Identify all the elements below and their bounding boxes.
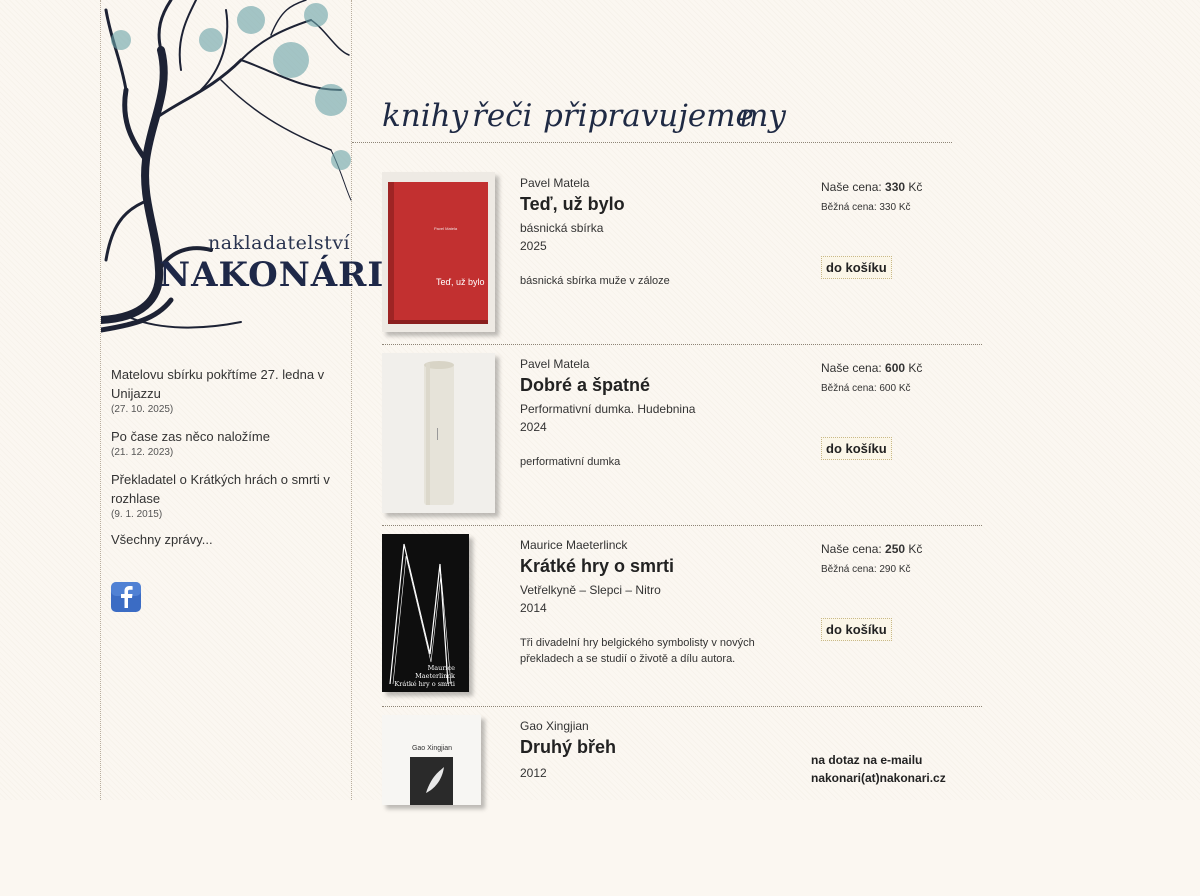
price-box: Naše cena: 250 Kč Běžná cena: 290 Kč xyxy=(821,542,991,575)
book-title[interactable]: Druhý břeh xyxy=(520,737,780,758)
news-title[interactable]: Překladatel o Krátkých hrách o smrti v r… xyxy=(111,470,341,508)
book-cover[interactable]: Maurice Maeterlinck Krátké hry o smrti xyxy=(382,534,469,692)
cover-author: Gao Xingjian xyxy=(412,745,452,752)
news-item: Matelovu sbírku pokřtíme 27. ledna v Uni… xyxy=(111,365,341,415)
book-cover[interactable]: Pavel Matela Teď, už bylo xyxy=(382,172,495,332)
book-info: Maurice Maeterlinck Krátké hry o smrti V… xyxy=(520,538,780,667)
cover-line: Krátké hry o smrti xyxy=(394,680,455,688)
book-year: 2012 xyxy=(520,766,547,780)
book-author[interactable]: Pavel Matela xyxy=(520,357,780,371)
regular-price: Běžná cena: 330 Kč xyxy=(821,202,911,213)
our-price: Naše cena: 600 Kč xyxy=(821,361,923,375)
book-year: 2014 xyxy=(520,601,547,615)
contact-note: na dotaz na e-mailu nakonari(at)nakonari… xyxy=(811,751,946,787)
news-item: Po čase zas něco naložíme (21. 12. 2023) xyxy=(111,427,341,458)
cover-line: Maeterlinck xyxy=(415,672,455,680)
book-year: 2024 xyxy=(520,420,547,434)
contact-line: na dotaz na e-mailu xyxy=(811,753,923,767)
price-box: Naše cena: 330 Kč Běžná cena: 330 Kč xyxy=(821,180,991,213)
our-price: Naše cena: 330 Kč xyxy=(821,180,923,194)
book-cover[interactable] xyxy=(382,353,495,513)
book-item: Maurice Maeterlinck Krátké hry o smrti M… xyxy=(382,534,982,715)
book-year: 2025 xyxy=(520,239,547,253)
add-to-cart-button[interactable]: do košíku xyxy=(821,618,892,641)
main-nav: knihy řeči připravujeme my xyxy=(352,90,952,143)
nav-knihy[interactable]: knihy xyxy=(382,98,468,134)
book-title[interactable]: Teď, už bylo xyxy=(520,194,780,215)
all-news-link[interactable]: Všechny zprávy... xyxy=(111,532,341,547)
news-date: (21. 12. 2023) xyxy=(111,447,174,458)
book-author[interactable]: Gao Xingjian xyxy=(520,719,780,733)
book-title[interactable]: Dobré a špatné xyxy=(520,375,780,396)
regular-price: Běžná cena: 600 Kč xyxy=(821,383,911,394)
price-box: Naše cena: 600 Kč Běžná cena: 600 Kč xyxy=(821,361,991,394)
book-subtitle: básnická sbírka xyxy=(520,221,604,235)
regular-price: Běžná cena: 290 Kč xyxy=(821,564,911,575)
book-description: performativní dumka xyxy=(520,456,621,468)
contact-email[interactable]: nakonari(at)nakonari.cz xyxy=(811,769,946,787)
cover-title: Teď, už bylo xyxy=(436,277,485,287)
book-description: Tři divadelní hry belgického symbolisty … xyxy=(520,637,755,665)
news-list: Matelovu sbírku pokřtíme 27. ledna v Uni… xyxy=(111,365,341,547)
book-info: Pavel Matela Dobré a špatné Performativn… xyxy=(520,357,780,470)
book-author[interactable]: Maurice Maeterlinck xyxy=(520,538,780,552)
nav-reci[interactable]: řeči xyxy=(472,98,532,134)
news-title[interactable]: Po čase zas něco naložíme xyxy=(111,427,341,446)
nav-my[interactable]: my xyxy=(739,98,786,134)
publisher-label: nakladatelství xyxy=(208,232,351,254)
book-item: Pavel Matela Dobré a špatné Performativn… xyxy=(382,353,982,534)
news-date: (27. 10. 2025) xyxy=(111,404,174,415)
book-item: Pavel Matela Teď, už bylo Pavel Matela T… xyxy=(382,172,982,353)
logo[interactable]: nakladatelství NAKONÁRI xyxy=(101,0,383,340)
book-subtitle: Performativní dumka. Hudebnina xyxy=(520,402,696,416)
book-author[interactable]: Pavel Matela xyxy=(520,176,780,190)
book-info: Gao Xingjian Druhý břeh 2012 xyxy=(520,719,780,780)
book-info: Pavel Matela Teď, už bylo básnická sbírk… xyxy=(520,176,780,289)
book-description: básnická sbírka muže v záloze xyxy=(520,275,670,287)
news-item: Překladatel o Krátkých hrách o smrti v r… xyxy=(111,470,341,520)
news-date: (9. 1. 2015) xyxy=(111,509,163,520)
facebook-icon[interactable] xyxy=(111,582,141,612)
publisher-name: NAKONÁRI xyxy=(159,255,385,295)
book-subtitle: Vetřelkyně – Slepci – Nitro xyxy=(520,583,661,597)
news-title[interactable]: Matelovu sbírku pokřtíme 27. ledna v Uni… xyxy=(111,365,341,403)
cover-author: Pavel Matela xyxy=(434,226,458,231)
our-price: Naše cena: 250 Kč xyxy=(821,542,923,556)
book-cover[interactable]: Gao Xingjian xyxy=(382,715,481,805)
cover-line: Maurice xyxy=(428,664,456,672)
add-to-cart-button[interactable]: do košíku xyxy=(821,437,892,460)
sidebar: nakladatelství NAKONÁRI Matelovu sbírku … xyxy=(100,0,383,800)
add-to-cart-button[interactable]: do košíku xyxy=(821,256,892,279)
book-item: Gao Xingjian Gao Xingjian Druhý břeh 201… xyxy=(382,715,982,896)
book-title[interactable]: Krátké hry o smrti xyxy=(520,556,780,577)
book-list: Pavel Matela Teď, už bylo Pavel Matela T… xyxy=(382,172,982,896)
nav-pripravujeme[interactable]: připravujeme xyxy=(543,98,754,134)
